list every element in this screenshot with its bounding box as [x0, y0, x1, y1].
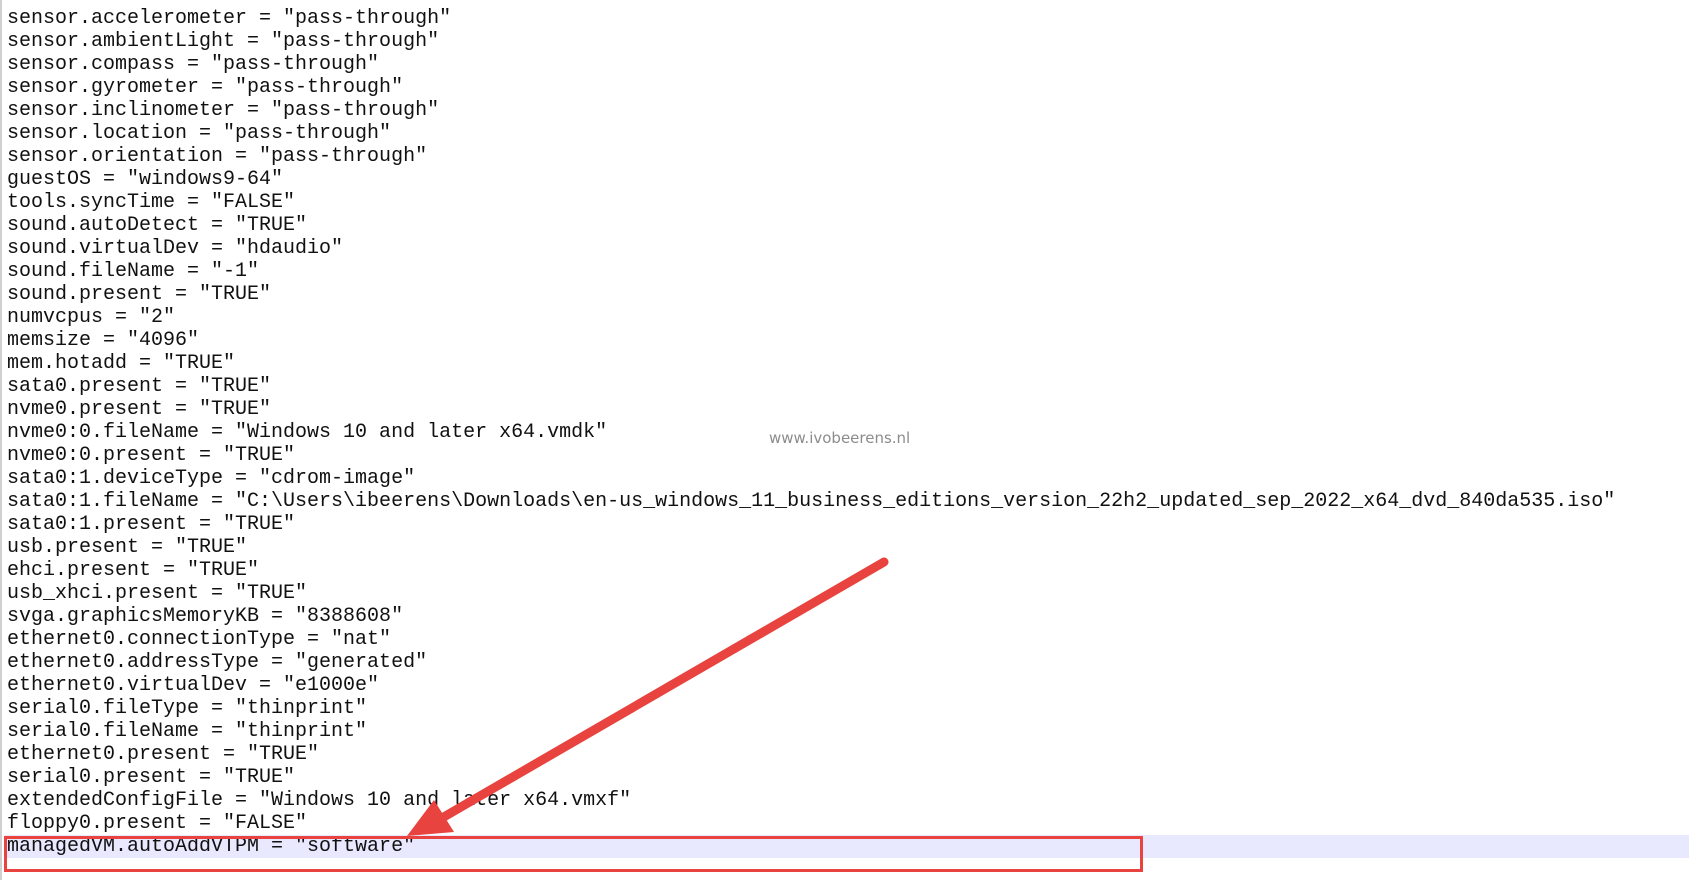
code-line[interactable]: sensor.inclinometer = "pass-through"	[5, 99, 1689, 122]
code-line[interactable]: guestOS = "windows9-64"	[5, 168, 1689, 191]
code-line[interactable]: ethernet0.addressType = "generated"	[5, 651, 1689, 674]
code-line[interactable]: sensor.gyrometer = "pass-through"	[5, 76, 1689, 99]
code-line[interactable]: tools.syncTime = "FALSE"	[5, 191, 1689, 214]
code-line[interactable]: sensor.ambientLight = "pass-through"	[5, 30, 1689, 53]
code-line[interactable]: nvme0:0.present = "TRUE"	[5, 444, 1689, 467]
code-line[interactable]: ethernet0.present = "TRUE"	[5, 743, 1689, 766]
code-line[interactable]: serial0.fileName = "thinprint"	[5, 720, 1689, 743]
code-line[interactable]: floppy0.present = "FALSE"	[5, 812, 1689, 835]
text-editor[interactable]: uefi.secureBoot.enabled = "TRUE"sensor.a…	[0, 0, 1689, 880]
code-line[interactable]: sound.fileName = "-1"	[5, 260, 1689, 283]
code-line[interactable]: sound.virtualDev = "hdaudio"	[5, 237, 1689, 260]
code-line[interactable]: usb_xhci.present = "TRUE"	[5, 582, 1689, 605]
code-line[interactable]: ehci.present = "TRUE"	[5, 559, 1689, 582]
code-line[interactable]: serial0.present = "TRUE"	[5, 766, 1689, 789]
code-line[interactable]: numvcpus = "2"	[5, 306, 1689, 329]
code-line[interactable]: ethernet0.virtualDev = "e1000e"	[5, 674, 1689, 697]
code-line[interactable]: uefi.secureBoot.enabled = "TRUE"	[5, 0, 1689, 7]
code-line[interactable]: sata0.present = "TRUE"	[5, 375, 1689, 398]
code-line[interactable]: mem.hotadd = "TRUE"	[5, 352, 1689, 375]
code-line[interactable]: sata0:1.deviceType = "cdrom-image"	[5, 467, 1689, 490]
code-line[interactable]: memsize = "4096"	[5, 329, 1689, 352]
code-line[interactable]: nvme0.present = "TRUE"	[5, 398, 1689, 421]
code-line[interactable]: sensor.orientation = "pass-through"	[5, 145, 1689, 168]
watermark-text: www.ivobeerens.nl	[769, 429, 911, 447]
code-line[interactable]: sound.present = "TRUE"	[5, 283, 1689, 306]
code-line[interactable]: sensor.location = "pass-through"	[5, 122, 1689, 145]
code-line[interactable]: sensor.accelerometer = "pass-through"	[5, 7, 1689, 30]
code-line[interactable]: sound.autoDetect = "TRUE"	[5, 214, 1689, 237]
code-line[interactable]: sata0:1.present = "TRUE"	[5, 513, 1689, 536]
code-line[interactable]: usb.present = "TRUE"	[5, 536, 1689, 559]
code-line[interactable]: extendedConfigFile = "Windows 10 and lat…	[5, 789, 1689, 812]
code-line[interactable]: ethernet0.connectionType = "nat"	[5, 628, 1689, 651]
code-line[interactable]: svga.graphicsMemoryKB = "8388608"	[5, 605, 1689, 628]
code-line[interactable]: sensor.compass = "pass-through"	[5, 53, 1689, 76]
code-line[interactable]: serial0.fileType = "thinprint"	[5, 697, 1689, 720]
code-line[interactable]: sata0:1.fileName = "C:\Users\ibeerens\Do…	[5, 490, 1689, 513]
code-line[interactable]: managedVM.autoAddVTPM = "software"	[5, 835, 1689, 858]
